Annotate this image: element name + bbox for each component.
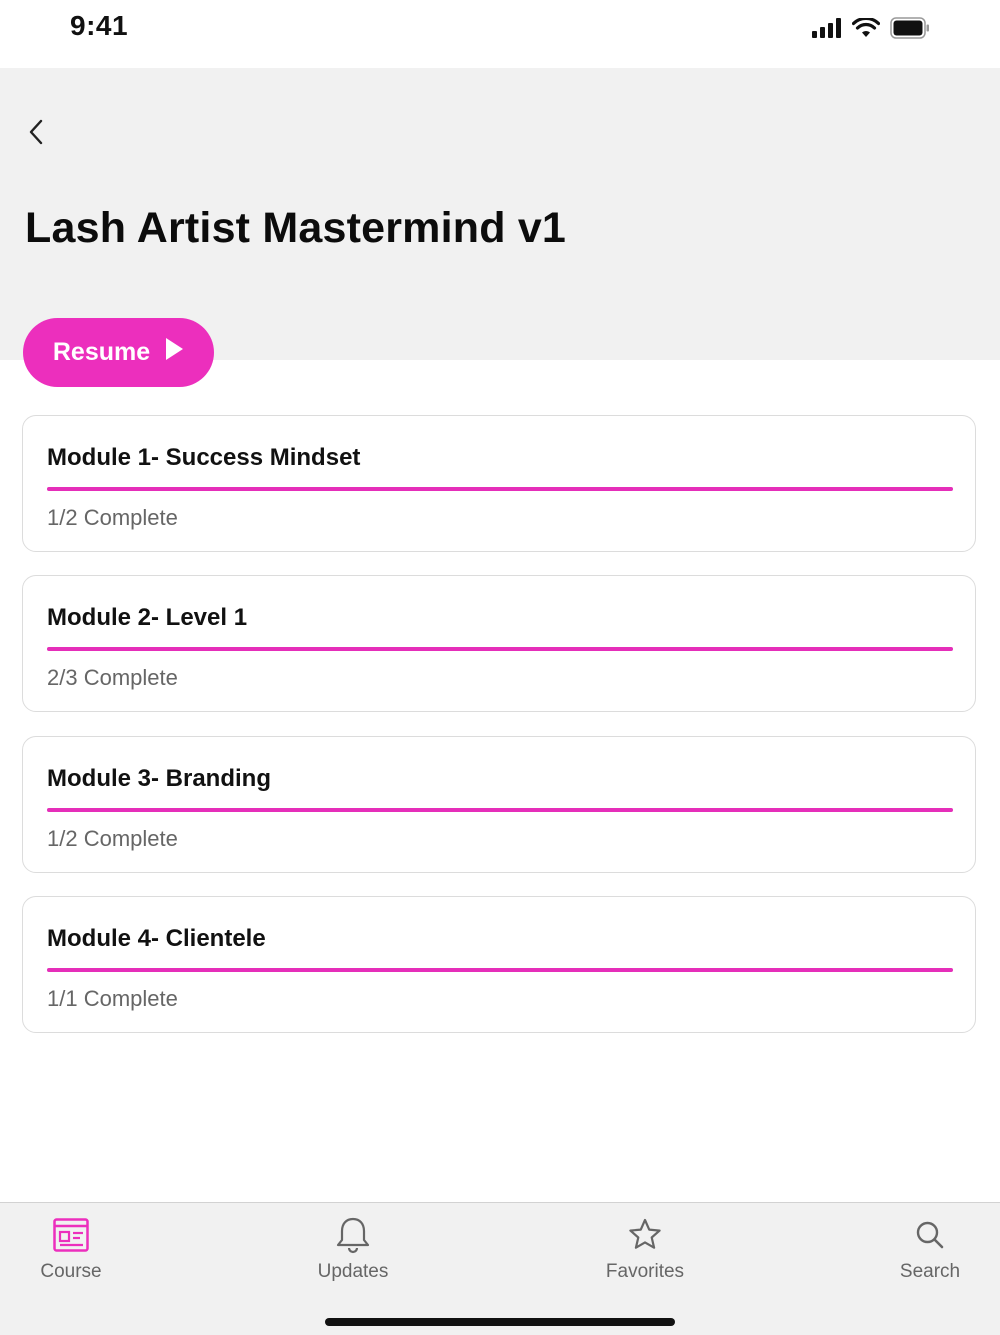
module-title: Module 1- Success Mindset — [47, 444, 361, 471]
module-progress-bar — [47, 487, 953, 491]
module-progress-fill — [47, 968, 953, 972]
back-button[interactable] — [20, 116, 52, 152]
module-progress-fill — [47, 808, 953, 812]
module-progress-fill — [47, 487, 953, 491]
module-progress-bar — [47, 808, 953, 812]
page-title: Lash Artist Mastermind v1 — [25, 204, 567, 252]
tab-label: Search — [899, 1261, 961, 1282]
module-status: 1/2 Complete — [47, 826, 178, 851]
wifi-icon — [851, 16, 881, 43]
module-status: 1/2 Complete — [47, 505, 178, 530]
module-progress-fill — [47, 647, 953, 651]
tab-search[interactable]: Search — [896, 1215, 964, 1283]
tab-favorites[interactable]: Favorites — [602, 1215, 688, 1283]
module-title: Module 2- Level 1 — [47, 604, 248, 631]
search-icon — [910, 1215, 950, 1255]
tab-label: Course — [40, 1261, 102, 1282]
cellular-signal-icon — [812, 17, 842, 43]
status-time: 9:41 — [70, 10, 129, 41]
module-status: 2/3 Complete — [47, 665, 178, 690]
resume-button-label: Resume — [52, 338, 151, 366]
module-progress-bar — [47, 647, 953, 651]
course-icon — [51, 1215, 91, 1255]
module-card[interactable]: Module 3- Branding 1/2 Complete — [22, 736, 976, 873]
tab-label: Updates — [317, 1261, 389, 1282]
module-title: Module 4- Clientele — [47, 925, 266, 952]
tab-label: Favorites — [605, 1261, 685, 1282]
module-card[interactable]: Module 2- Level 1 2/3 Complete — [22, 575, 976, 712]
tab-course[interactable]: Course — [38, 1215, 104, 1283]
status-icons — [812, 16, 930, 44]
resume-button[interactable]: Resume — [23, 318, 214, 387]
star-icon — [625, 1215, 665, 1255]
module-progress-bar — [47, 968, 953, 972]
home-indicator — [325, 1318, 675, 1326]
chevron-left-icon — [27, 118, 45, 151]
status-bar: 9:41 — [0, 0, 1000, 68]
tab-updates[interactable]: Updates — [314, 1215, 392, 1283]
module-title: Module 3- Branding — [47, 765, 271, 792]
module-card[interactable]: Module 4- Clientele 1/1 Complete — [22, 896, 976, 1033]
play-icon — [164, 337, 184, 368]
battery-icon — [890, 16, 930, 44]
bell-icon — [333, 1215, 373, 1255]
module-status: 1/1 Complete — [47, 986, 178, 1011]
tab-bar: Course Updates Favorites Search — [0, 1202, 1000, 1335]
module-card[interactable]: Module 1- Success Mindset 1/2 Complete — [22, 415, 976, 552]
